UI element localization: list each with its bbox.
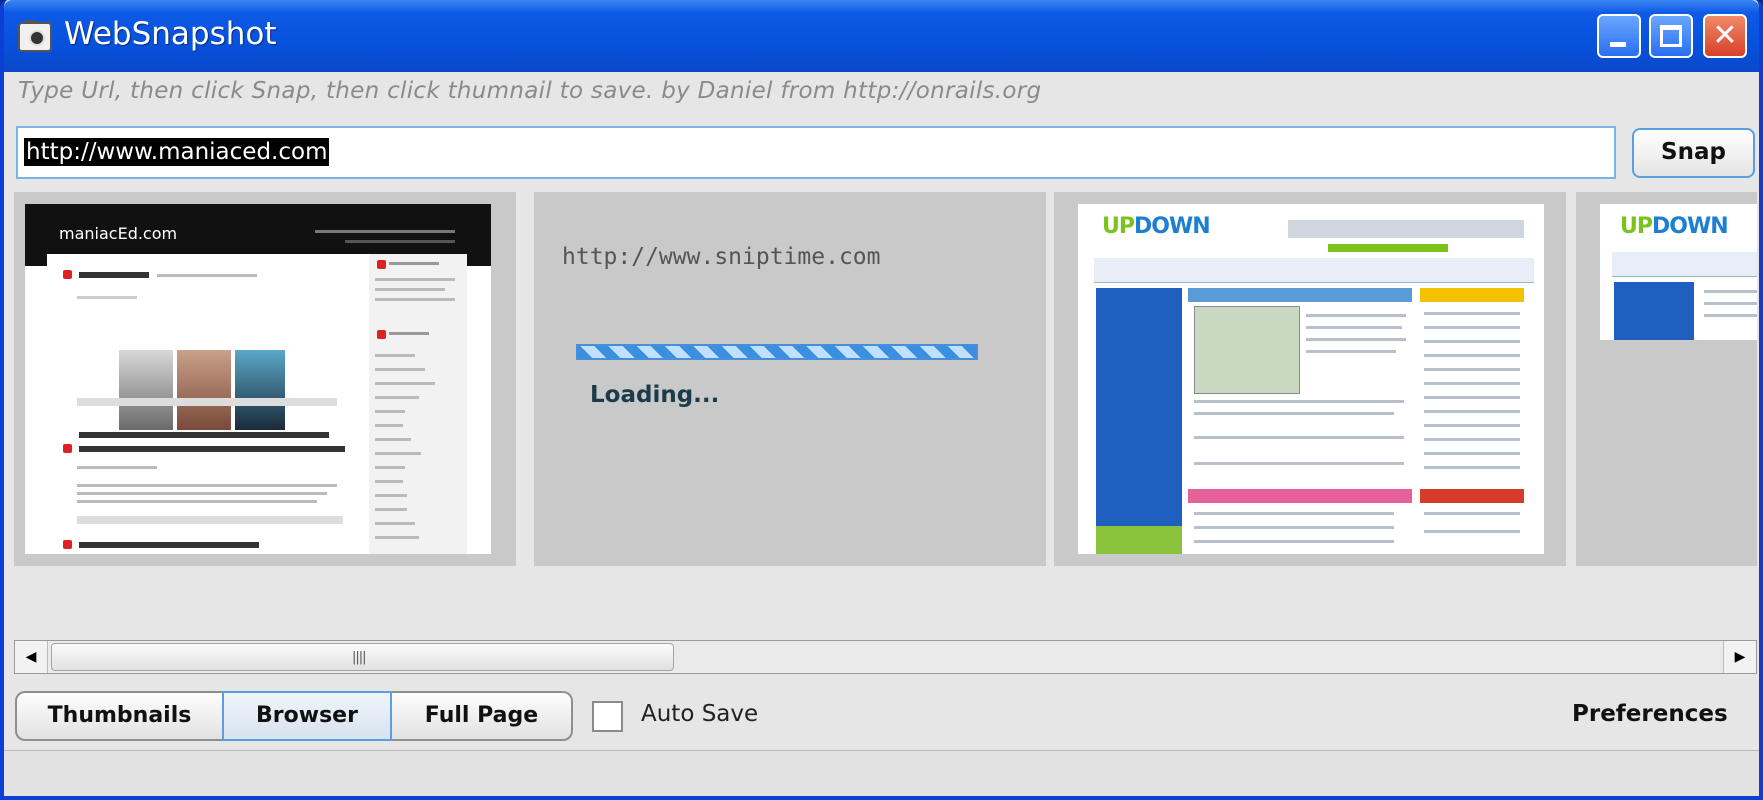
thumbnail-panel[interactable]: UPDOWN [1054, 192, 1566, 566]
close-icon: ✕ [1712, 18, 1738, 53]
url-input-value: http://www.maniaced.com [24, 138, 330, 166]
thumbnails-mode-button[interactable]: Thumbnails [15, 691, 222, 741]
thumbnail-panel-loading[interactable]: http://www.sniptime.com Loading... [534, 192, 1046, 566]
browser-mode-button[interactable]: Browser [222, 691, 392, 741]
auto-save-checkbox[interactable] [592, 701, 623, 732]
thumbnail-panel[interactable]: UPDOWN [1576, 192, 1757, 566]
loading-progress-bar [576, 344, 978, 360]
maximize-icon [1660, 25, 1682, 47]
url-input[interactable]: http://www.maniaced.com [16, 126, 1616, 179]
thumbnail-image-updown-2[interactable]: UPDOWN [1600, 204, 1757, 340]
thumbnail-site-logo: UPDOWN [1620, 214, 1729, 239]
loading-status: Loading... [590, 382, 720, 408]
title-bar[interactable]: WebSnapshot ✕ [4, 0, 1759, 72]
thumbnail-panel[interactable]: maniacEd.com [14, 192, 516, 566]
minimize-button[interactable] [1597, 14, 1641, 58]
preferences-button[interactable]: Preferences [1572, 701, 1728, 727]
status-bar [4, 750, 1759, 796]
scrollbar-thumb[interactable]: |||| [51, 643, 674, 671]
thumbnail-site-nav [1094, 258, 1534, 283]
thumbnail-image-updown[interactable]: UPDOWN [1078, 204, 1544, 554]
arrow-left-icon[interactable]: ◀ [15, 641, 48, 673]
close-button[interactable]: ✕ [1703, 14, 1747, 58]
horizontal-scrollbar[interactable]: ◀ |||| ▶ [14, 640, 1757, 674]
camera-icon [18, 20, 52, 52]
full-page-mode-button[interactable]: Full Page [392, 691, 573, 741]
instructions-text: Type Url, then click Snap, then click th… [18, 78, 1042, 104]
grip-icon: |||| [352, 650, 366, 665]
snap-button[interactable]: Snap [1632, 128, 1755, 178]
arrow-right-icon[interactable]: ▶ [1723, 641, 1756, 673]
thumbnail-site-logo: UPDOWN [1102, 214, 1211, 239]
window-title: WebSnapshot [64, 16, 277, 52]
app-window: WebSnapshot ✕ Type Url, then click Snap,… [0, 0, 1763, 800]
auto-save-label: Auto Save [641, 701, 759, 727]
maximize-button[interactable] [1649, 14, 1693, 58]
loading-url: http://www.sniptime.com [562, 244, 881, 270]
thumbnail-strip: maniacEd.com http://www.sniptime.com Loa… [14, 192, 1757, 566]
thumbnail-image-maniaced[interactable]: maniacEd.com [25, 204, 491, 554]
thumbnail-site-logo: maniacEd.com [59, 224, 178, 243]
minimize-icon [1610, 42, 1626, 47]
